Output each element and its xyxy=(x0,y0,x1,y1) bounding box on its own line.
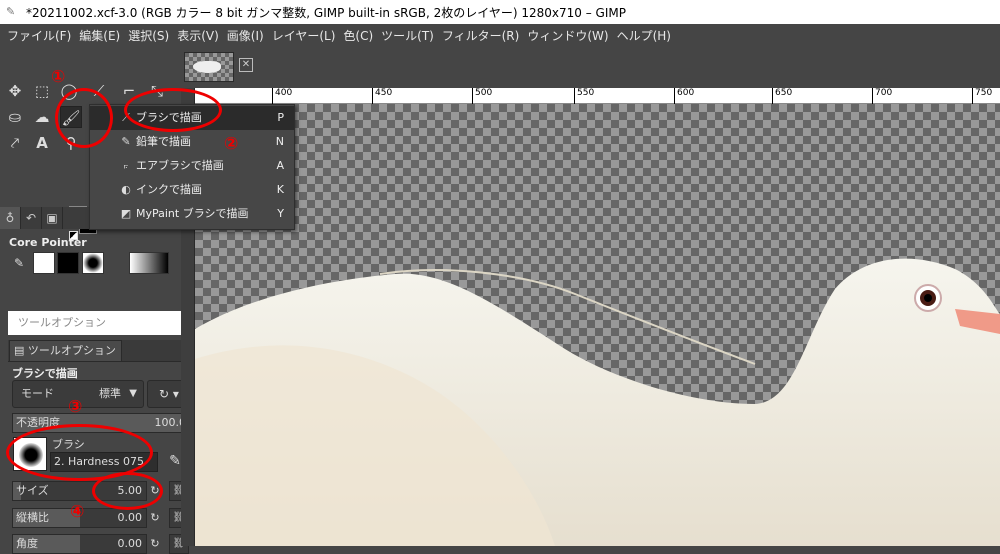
aspect-label: 縦横比 xyxy=(16,511,49,524)
gimp-app-icon: ✎ xyxy=(6,5,16,18)
menu-view[interactable]: 表示(V) xyxy=(173,27,223,44)
tab-tool-options[interactable]: ▤ ツールオプション xyxy=(9,340,122,362)
menu-file[interactable]: ファイル(F) xyxy=(3,27,75,44)
images-tab-icon[interactable]: ▣ xyxy=(42,207,63,229)
ruler-label: 750 xyxy=(972,88,992,104)
mode-label: モード xyxy=(21,387,54,400)
image-tab-bar xyxy=(181,46,1000,88)
ruler-label: 450 xyxy=(372,88,392,104)
device-status-tab-icon[interactable]: ♁ xyxy=(0,207,21,229)
angle-value: 0.00 xyxy=(117,537,143,550)
tool-options-tabbar: ▤ ツールオプション ◂ xyxy=(8,340,208,362)
flyout-item-shortcut: N xyxy=(275,135,284,148)
flyout-item-ink[interactable]: ◐ インクで描画 K xyxy=(90,178,294,202)
flyout-item-shortcut: A xyxy=(276,159,284,172)
horizontal-ruler: 400 450 500 550 600 650 700 750 xyxy=(195,88,1000,104)
device-tool-icon: ✎ xyxy=(13,256,25,270)
menu-windows[interactable]: ウィンドウ(W) xyxy=(523,27,612,44)
aspect-value: 0.00 xyxy=(117,511,143,524)
angle-slider[interactable]: 角度 0.00 xyxy=(12,534,147,554)
flyout-item-label: 鉛筆で描画 xyxy=(136,135,191,148)
flyout-item-label: エアブラシで描画 xyxy=(136,159,224,172)
menu-tools[interactable]: ツール(T) xyxy=(377,27,438,44)
dove-image xyxy=(195,258,1000,546)
menu-bar: ファイル(F) 編集(E) 選択(S) 表示(V) 画像(I) レイヤー(L) … xyxy=(0,24,1000,46)
rect-select-icon[interactable]: ⬚ xyxy=(31,80,53,102)
ruler-label: 550 xyxy=(574,88,594,104)
annotation-number-3: ③ xyxy=(68,397,83,417)
window-title: *20211002.xcf-3.0 (RGB カラー 8 bit ガンマ整数, … xyxy=(26,5,626,20)
annotation-circle-4 xyxy=(92,472,163,510)
close-icon[interactable]: ✕ xyxy=(239,58,253,72)
tool-options-tab-icon: ▤ xyxy=(14,344,28,357)
bucket-icon[interactable]: ⛀ xyxy=(4,106,26,128)
ruler-label: 700 xyxy=(872,88,892,104)
ruler-label: 500 xyxy=(472,88,492,104)
ink-icon: ◐ xyxy=(121,183,131,196)
annotation-number-4: ④ xyxy=(70,502,85,522)
tool-name: ブラシで描画 xyxy=(12,367,78,380)
menu-colors[interactable]: 色(C) xyxy=(339,27,377,44)
menu-edit[interactable]: 編集(E) xyxy=(75,27,124,44)
smudge-icon[interactable]: ☁ xyxy=(31,106,53,128)
mode-value: 標準 xyxy=(99,387,121,400)
path-icon[interactable]: ⤤ xyxy=(4,132,26,154)
device-brush-icon xyxy=(82,252,104,274)
image-canvas[interactable] xyxy=(195,104,1000,546)
tool-options-window-title: ツールオプション xyxy=(8,311,208,335)
title-bar: ✎ *20211002.xcf-3.0 (RGB カラー 8 bit ガンマ整数… xyxy=(0,0,1000,24)
menu-select[interactable]: 選択(S) xyxy=(124,27,173,44)
size-label: サイズ xyxy=(16,484,49,497)
flyout-item-label: MyPaint ブラシで描画 xyxy=(136,207,249,220)
menu-image[interactable]: 画像(I) xyxy=(223,27,268,44)
ruler-label: 650 xyxy=(772,88,792,104)
image-tab-thumbnail[interactable] xyxy=(184,52,234,82)
airbrush-icon: ⟔ xyxy=(123,159,129,172)
text-icon[interactable]: A xyxy=(31,132,53,154)
tool-options-title-text: ツールオプション xyxy=(18,316,106,329)
mypaint-icon: ◩ xyxy=(120,207,132,220)
angle-label: 角度 xyxy=(16,537,38,550)
device-label: Core Pointer xyxy=(9,236,87,249)
flyout-item-shortcut: Y xyxy=(277,207,284,220)
device-bg-color xyxy=(57,252,79,274)
flyout-item-shortcut: P xyxy=(277,111,284,124)
menu-filters[interactable]: フィルター(R) xyxy=(438,27,523,44)
pencil-icon: ✎ xyxy=(121,135,131,148)
annotation-circle-1 xyxy=(55,88,113,148)
aspect-reset-icon[interactable]: ↻ xyxy=(148,508,162,528)
annotation-number-2: ② xyxy=(224,134,239,154)
device-fg-color xyxy=(33,252,55,274)
ruler-label: 600 xyxy=(674,88,694,104)
menu-layer[interactable]: レイヤー(L) xyxy=(268,27,340,44)
device-status-row: ✎ xyxy=(8,252,173,277)
flyout-item-shortcut: K xyxy=(276,183,284,196)
menu-help[interactable]: ヘルプ(H) xyxy=(613,27,675,44)
angle-reset-icon[interactable]: ↻ xyxy=(148,534,162,554)
undo-history-tab-icon[interactable]: ↶ xyxy=(21,207,42,229)
chevron-down-icon: ▼ xyxy=(129,388,137,399)
flyout-item-pencil[interactable]: ✎ 鉛筆で描画 N xyxy=(90,130,294,154)
annotation-number-1: ① xyxy=(51,67,66,87)
ruler-label: 400 xyxy=(272,88,292,104)
flyout-item-mypaint[interactable]: ◩ MyPaint ブラシで描画 Y xyxy=(90,202,294,226)
device-gradient xyxy=(129,252,169,274)
move-icon[interactable]: ✥ xyxy=(4,80,26,102)
flyout-item-airbrush[interactable]: ⟔ エアブラシで描画 A xyxy=(90,154,294,178)
annotation-circle-2 xyxy=(124,88,222,132)
flyout-item-label: インクで描画 xyxy=(136,183,202,196)
tool-options-tab-label: ツールオプション xyxy=(27,344,116,357)
